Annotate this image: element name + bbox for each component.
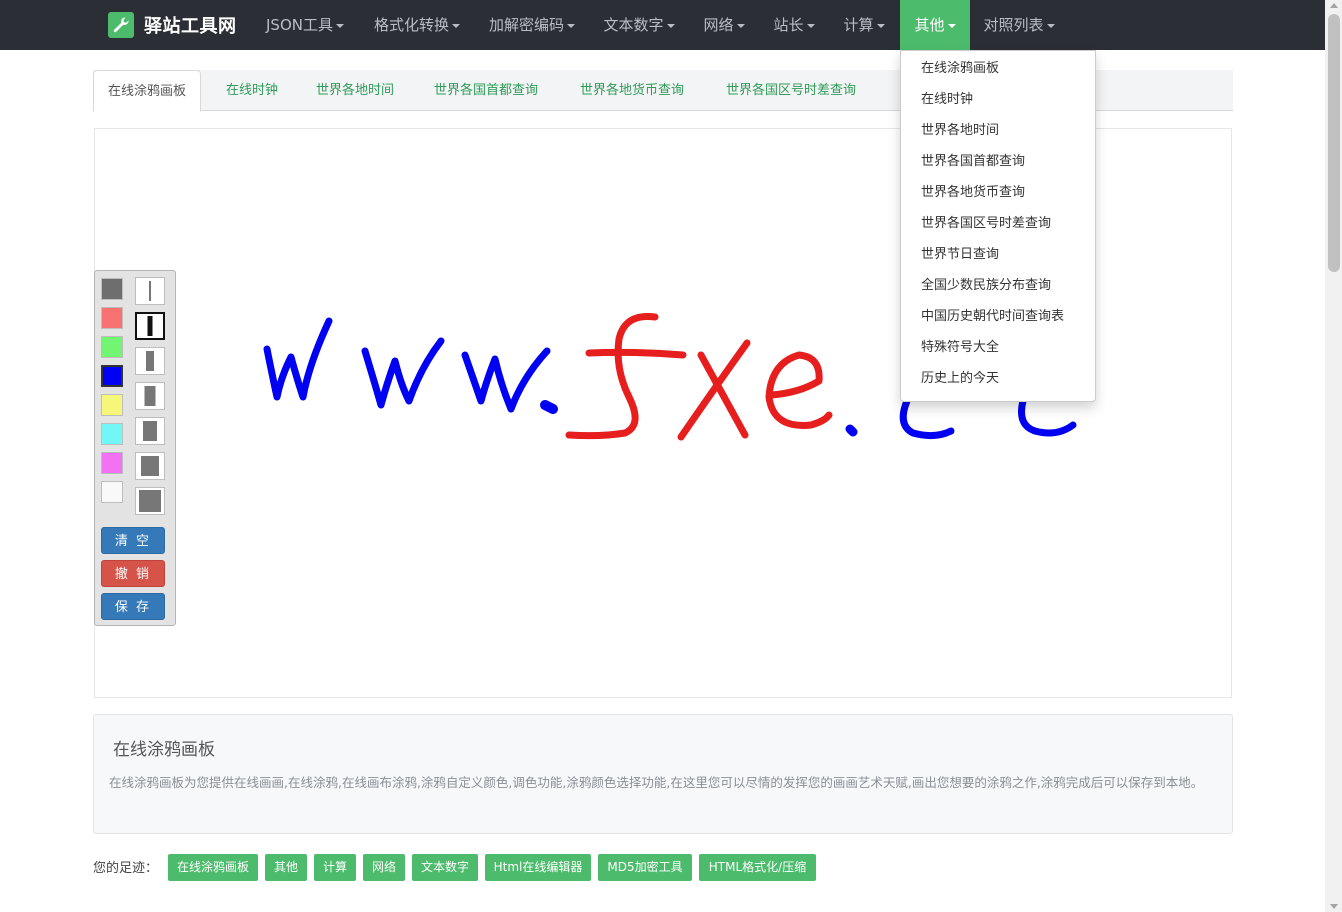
brush-size-5[interactable]	[135, 417, 165, 445]
caret-down-icon	[1046, 23, 1055, 28]
doodle-stroke	[845, 424, 858, 437]
nav-webmaster[interactable]: 站长	[762, 0, 826, 50]
doodle-stroke	[263, 317, 333, 401]
footprint-tag[interactable]: MD5加密工具	[598, 854, 692, 881]
doodle-stroke	[585, 348, 687, 359]
nav-text-number[interactable]: 文本数字	[590, 0, 688, 50]
nav-encrypt-encode[interactable]: 加解密编码	[476, 0, 588, 50]
brush-size-icon	[146, 351, 154, 371]
caret-down-icon	[335, 23, 344, 28]
nav-format-convert[interactable]: 格式化转换	[360, 0, 474, 50]
clear-button[interactable]: 清 空	[101, 527, 165, 554]
menu-item-doodle-board[interactable]: 在线涂鸦画板	[921, 59, 999, 79]
scrollbar-thumb[interactable]	[1328, 14, 1340, 272]
menu-item-this-day-in-history[interactable]: 历史上的今天	[921, 369, 999, 389]
caret-down-icon	[876, 23, 885, 28]
caret-down-icon	[736, 23, 745, 28]
brush-size-icon	[143, 421, 157, 441]
color-swatch-blue[interactable]	[101, 365, 123, 387]
brush-size-7[interactable]	[135, 487, 165, 515]
footprint-tag[interactable]: Html在线编辑器	[485, 854, 591, 881]
menu-item-world-time[interactable]: 世界各地时间	[921, 121, 999, 141]
tool-description-panel: 在线涂鸦画板 在线涂鸦画板为您提供在线画画,在线涂鸦,在线画布涂鸦,涂鸦自定义颜…	[93, 714, 1233, 834]
tab-doodle-board[interactable]: 在线涂鸦画板	[93, 70, 202, 112]
doodle-stroke	[765, 351, 833, 429]
menu-item-area-code-timezone[interactable]: 世界各国区号时差查询	[921, 214, 1051, 234]
caret-down-icon	[806, 23, 815, 28]
brush-size-4[interactable]	[135, 382, 165, 410]
color-swatch-red[interactable]	[101, 307, 123, 329]
scroll-up-arrow-icon[interactable]	[1330, 3, 1338, 8]
caret-down-icon	[567, 23, 575, 28]
color-swatch-yellow[interactable]	[101, 394, 123, 416]
brush-size-1[interactable]	[135, 277, 165, 305]
doodle-stroke	[461, 347, 551, 413]
tab-world-capitals[interactable]: 世界各国首都查询	[434, 70, 538, 111]
wrench-icon	[108, 12, 134, 38]
brand[interactable]: 驿站工具网	[108, 12, 237, 38]
brush-size-icon	[141, 456, 159, 476]
nav-other[interactable]: 其他	[900, 0, 970, 50]
doodle-stroke	[540, 400, 558, 414]
menu-item-special-symbols[interactable]: 特殊符号大全	[921, 338, 999, 358]
footprint-tag[interactable]: 文本数字	[412, 854, 478, 881]
drawing-toolbox: 清 空 撤 销 保 存	[94, 270, 176, 626]
undo-button[interactable]: 撤 销	[101, 560, 165, 587]
color-swatch-cyan[interactable]	[101, 423, 123, 445]
menu-item-chinese-dynasties[interactable]: 中国历史朝代时间查询表	[921, 307, 1064, 327]
doodle-stroke	[1018, 397, 1077, 437]
nav-json-tools[interactable]: JSON工具	[252, 0, 358, 50]
color-swatch-magenta[interactable]	[101, 452, 123, 474]
doodle-stroke	[899, 397, 955, 440]
description-text: 在线涂鸦画板为您提供在线画画,在线涂鸦,在线画布涂鸦,涂鸦自定义颜色,调色功能,…	[109, 775, 1204, 790]
scroll-down-arrow-icon[interactable]	[1330, 904, 1338, 909]
menu-item-ethnic-minorities[interactable]: 全国少数民族分布查询	[921, 276, 1051, 296]
color-swatch-white[interactable]	[101, 481, 123, 503]
caret-down-icon	[666, 23, 675, 28]
footprint-tag[interactable]: 在线涂鸦画板	[168, 854, 258, 881]
tab-world-currency[interactable]: 世界各地货币查询	[580, 70, 684, 111]
brush-size-icon	[144, 386, 156, 406]
tab-online-clock[interactable]: 在线时钟	[226, 70, 278, 111]
footprint-tag[interactable]: 其他	[265, 854, 307, 881]
brand-name: 驿站工具网	[144, 16, 237, 37]
footprint-tag[interactable]: 计算	[314, 854, 356, 881]
menu-item-world-currency[interactable]: 世界各地货币查询	[921, 183, 1025, 203]
caret-down-icon	[947, 23, 956, 28]
brush-size-2[interactable]	[135, 312, 165, 340]
menu-item-online-clock[interactable]: 在线时钟	[921, 90, 973, 110]
menu-item-world-holidays[interactable]: 世界节日查询	[921, 245, 999, 265]
brush-size-icon	[147, 316, 153, 336]
doodle-stroke	[565, 312, 659, 440]
caret-down-icon	[452, 23, 460, 28]
other-dropdown-menu: 在线涂鸦画板 在线时钟 世界各地时间 世界各国首都查询 世界各地货币查询 世界各…	[900, 50, 1096, 402]
tab-area-code-timezone[interactable]: 世界各国区号时差查询	[726, 70, 856, 111]
footprint-tag[interactable]: 网络	[363, 854, 405, 881]
tab-world-time[interactable]: 世界各地时间	[316, 70, 394, 111]
nav-reference-lists[interactable]: 对照列表	[974, 0, 1064, 50]
brush-size-icon	[139, 490, 161, 512]
page-scrollbar[interactable]	[1325, 0, 1342, 912]
nav-calculate[interactable]: 计算	[832, 0, 896, 50]
footprints-label: 您的足迹：	[93, 861, 159, 876]
doodle-stroke	[361, 337, 445, 409]
save-button[interactable]: 保 存	[101, 593, 165, 620]
description-title: 在线涂鸦画板	[113, 740, 215, 760]
color-swatch-gray[interactable]	[101, 278, 123, 300]
color-swatch-green[interactable]	[101, 336, 123, 358]
footprint-tag[interactable]: HTML格式化/压缩	[699, 854, 816, 881]
top-navbar: 驿站工具网 JSON工具 格式化转换 加解密编码 文本数字 网络 站长 计算 其…	[0, 0, 1342, 50]
brush-size-3[interactable]	[135, 347, 165, 375]
nav-network[interactable]: 网络	[692, 0, 756, 50]
brush-size-icon	[149, 281, 151, 301]
brush-size-6[interactable]	[135, 452, 165, 480]
menu-item-world-capitals[interactable]: 世界各国首都查询	[921, 152, 1025, 172]
